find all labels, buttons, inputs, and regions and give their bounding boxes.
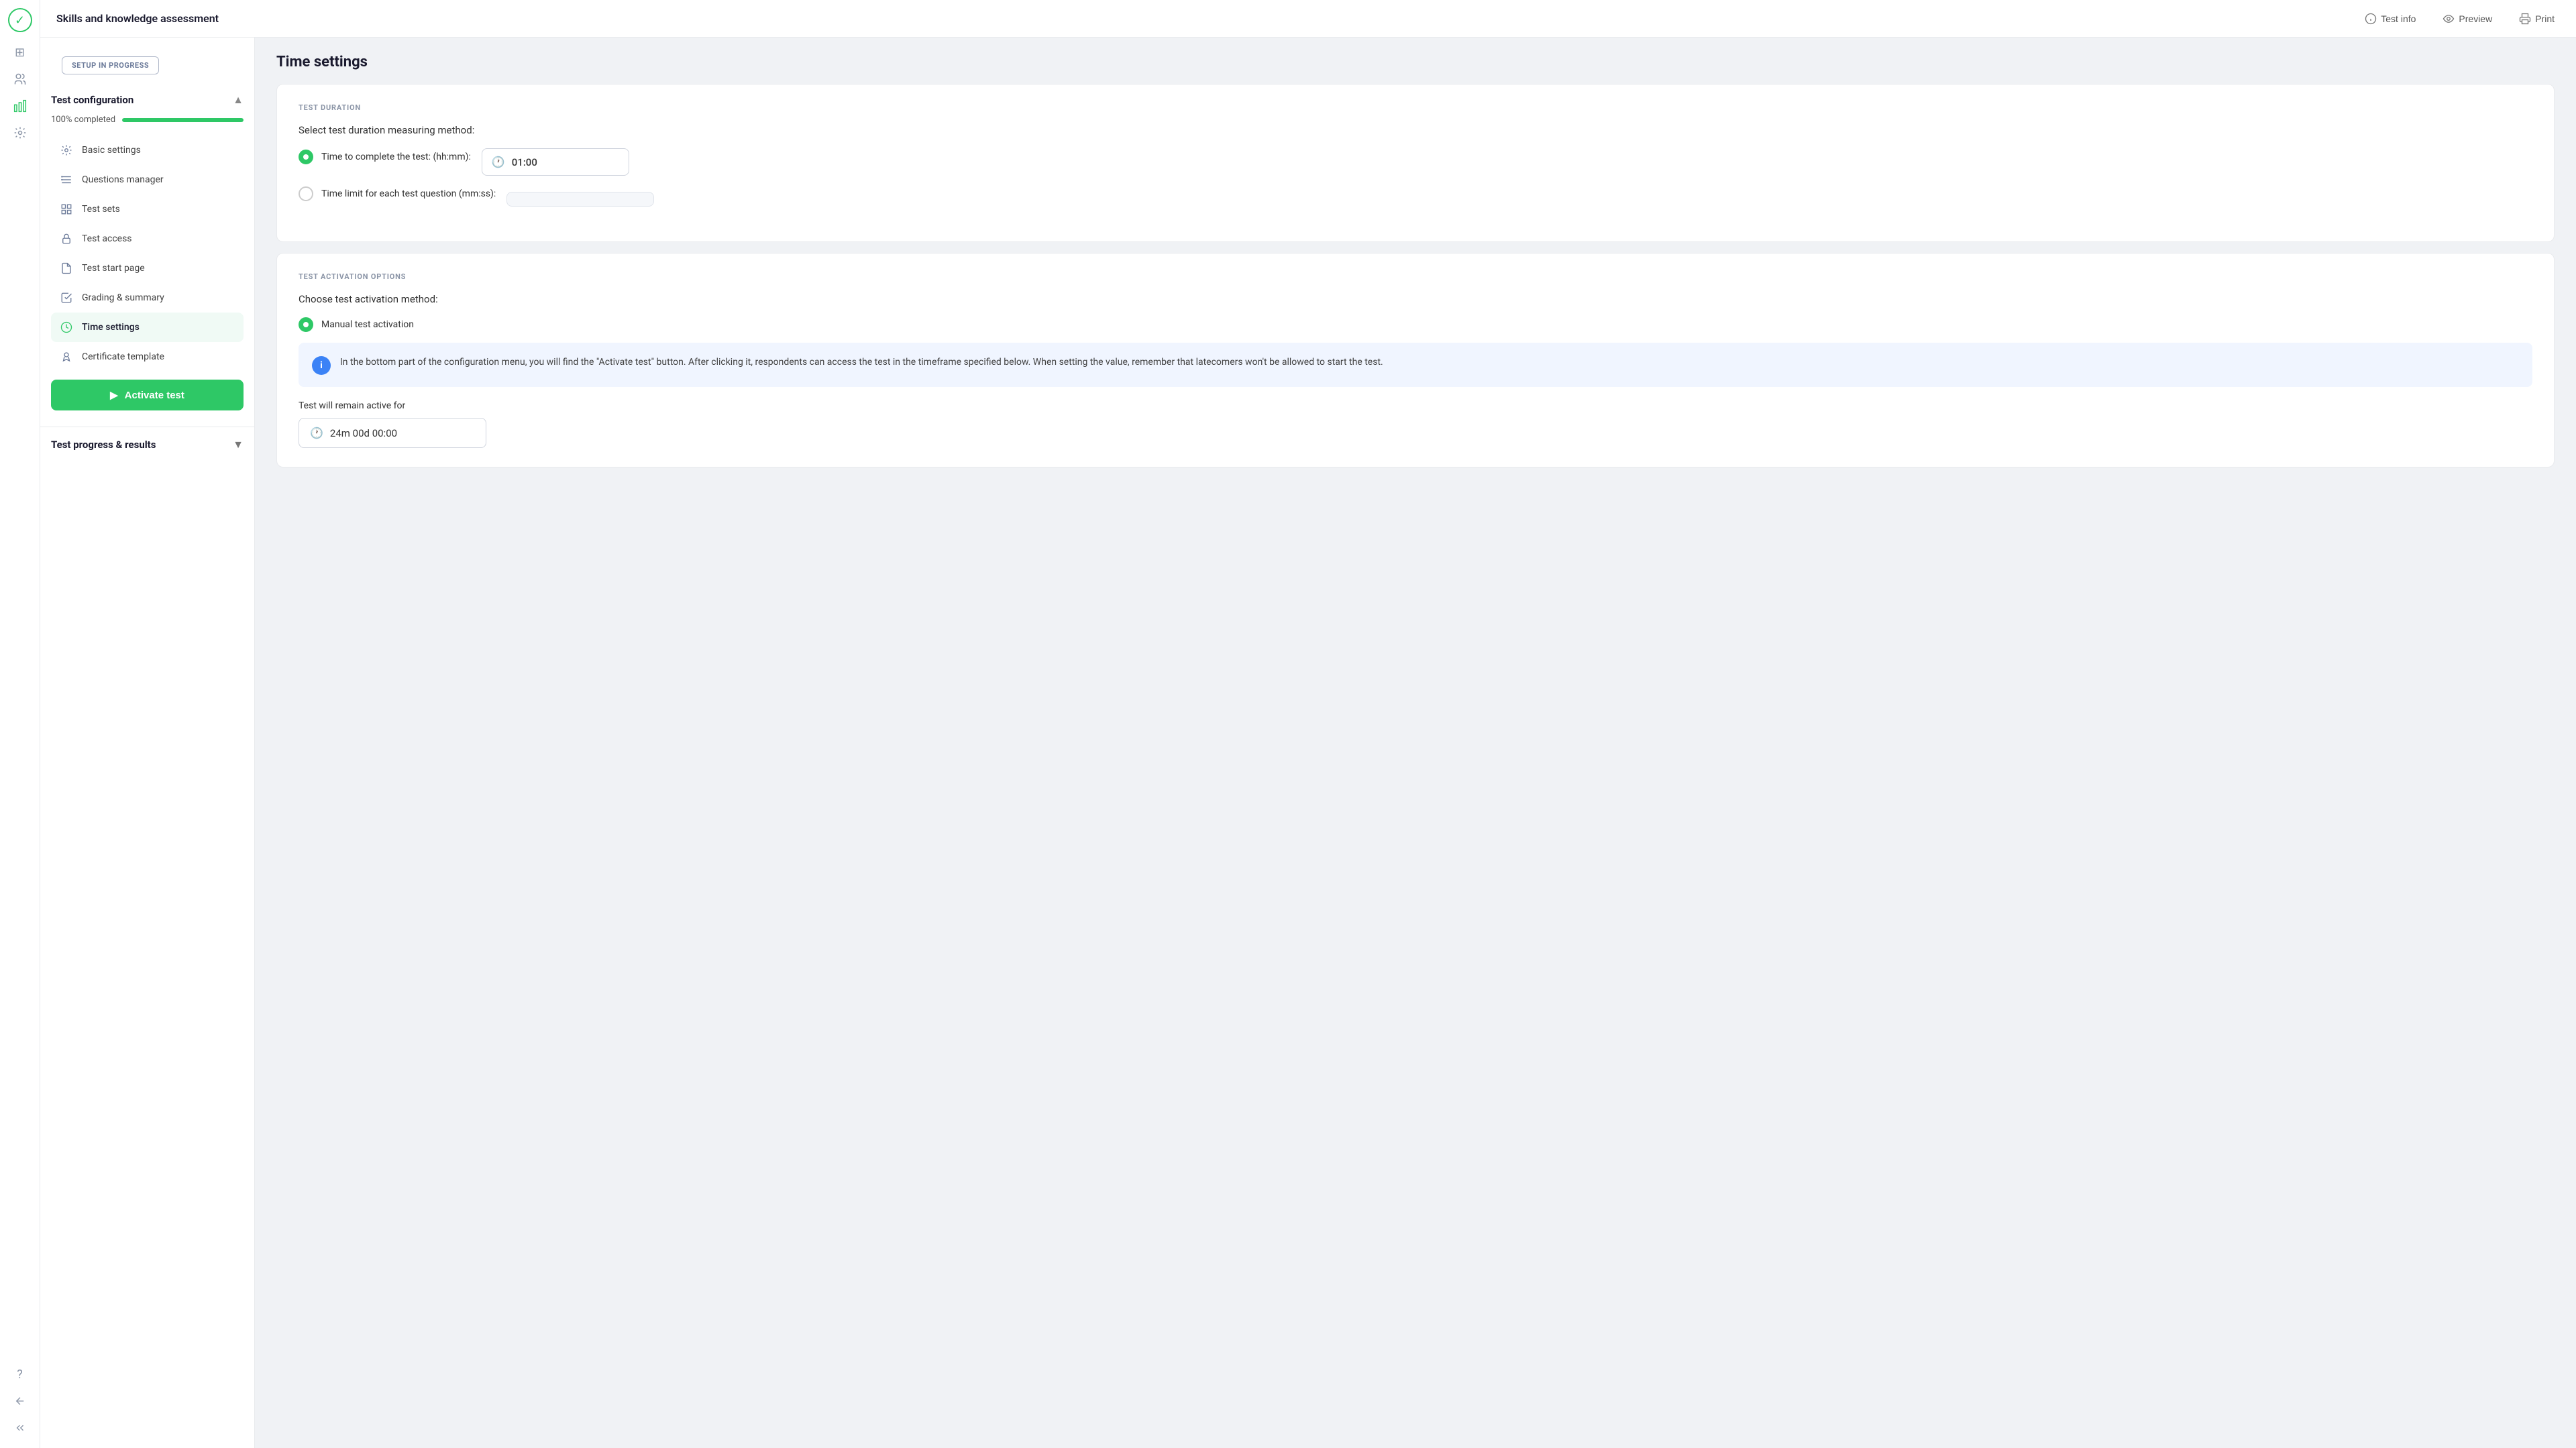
sidebar-item-test-start-page[interactable]: Test start page xyxy=(51,254,244,283)
info-circle-icon: i xyxy=(312,356,331,375)
activate-play-icon: ▶ xyxy=(110,389,118,401)
manual-activation-option: Manual test activation xyxy=(299,317,2532,332)
nav-icon-chart[interactable] xyxy=(8,94,32,118)
nav-icon-users[interactable] xyxy=(8,67,32,91)
icon-bar-bottom: ? xyxy=(8,1362,32,1440)
preview-button[interactable]: Preview xyxy=(2437,10,2498,27)
main-wrapper: Skills and knowledge assessment Test inf… xyxy=(40,0,2576,1448)
question-limit-option-row: Time limit for each test question (mm:ss… xyxy=(299,186,2532,212)
collapse-arrow-icon: ▲ xyxy=(233,93,244,107)
sidebar-item-certificate-template[interactable]: Certificate template xyxy=(51,342,244,372)
test-info-button[interactable]: Test info xyxy=(2359,10,2421,27)
duration-value: 24m 00d 00:00 xyxy=(330,427,397,439)
config-header[interactable]: Test configuration ▲ xyxy=(51,88,244,115)
complete-time-option-row: Time to complete the test: (hh:mm): 🕐 01… xyxy=(299,148,2532,176)
sidebar-item-questions-manager[interactable]: Questions manager xyxy=(51,165,244,194)
duration-input[interactable]: 🕐 24m 00d 00:00 xyxy=(299,418,486,448)
header-actions: Test info Preview xyxy=(2359,10,2560,27)
info-icon xyxy=(2365,13,2377,25)
complete-time-radio-row: Time to complete the test: (hh:mm): xyxy=(299,150,471,164)
questions-manager-label: Questions manager xyxy=(82,174,164,185)
test-sets-label: Test sets xyxy=(82,204,120,215)
test-duration-label: TEST DURATION xyxy=(299,103,2532,112)
test-progress-results-header[interactable]: Test progress & results ▼ xyxy=(40,427,254,462)
complete-time-input[interactable]: 🕐 01:00 xyxy=(482,148,629,176)
question-limit-radio-row: Time limit for each test question (mm:ss… xyxy=(299,186,496,201)
config-section: Test configuration ▲ 100% completed xyxy=(40,88,254,427)
test-start-page-icon xyxy=(59,261,74,276)
logo-icon: ✓ xyxy=(8,8,32,32)
activation-info-box: i In the bottom part of the configuratio… xyxy=(299,343,2532,387)
test-start-page-label: Test start page xyxy=(82,263,145,274)
progress-bar-fill xyxy=(122,118,244,122)
basic-settings-icon xyxy=(59,143,74,158)
sidebar-item-test-sets[interactable]: Test sets xyxy=(51,194,244,224)
manual-activation-label: Manual test activation xyxy=(321,319,414,330)
activation-info-text: In the bottom part of the configuration … xyxy=(340,355,1383,375)
complete-time-clock-icon: 🕐 xyxy=(492,156,505,168)
print-label: Print xyxy=(2535,13,2555,24)
main-content: Time settings TEST DURATION Select test … xyxy=(255,38,2576,1448)
test-sets-icon xyxy=(59,202,74,217)
nav-icon-question[interactable]: ? xyxy=(8,1362,32,1386)
nav-icon-grid[interactable]: ⊞ xyxy=(8,40,32,64)
print-icon xyxy=(2519,13,2531,25)
test-duration-card: TEST DURATION Select test duration measu… xyxy=(276,84,2555,242)
preview-icon xyxy=(2443,13,2455,25)
icon-bar-top: ✓ ⊞ xyxy=(8,8,32,1357)
question-limit-label: Time limit for each test question (mm:ss… xyxy=(321,188,496,199)
activate-test-button[interactable]: ▶ Activate test xyxy=(51,380,244,410)
certificate-template-label: Certificate template xyxy=(82,351,164,362)
sidebar-item-basic-settings[interactable]: Basic settings xyxy=(51,135,244,165)
complete-time-value: 01:00 xyxy=(512,156,537,168)
sidebar-item-time-settings[interactable]: Time settings xyxy=(51,313,244,342)
complete-time-radio[interactable] xyxy=(299,150,313,164)
duration-clock-icon: 🕐 xyxy=(310,427,323,439)
grading-summary-icon xyxy=(59,290,74,305)
test-access-icon xyxy=(59,231,74,246)
grading-summary-label: Grading & summary xyxy=(82,292,164,303)
basic-settings-label: Basic settings xyxy=(82,145,141,156)
progress-bar-bg xyxy=(122,118,244,122)
manual-activation-radio[interactable] xyxy=(299,317,313,332)
nav-icon-settings[interactable] xyxy=(8,121,32,145)
page-title: Time settings xyxy=(276,54,2555,70)
time-settings-icon xyxy=(59,320,74,335)
activate-test-label: Activate test xyxy=(125,390,184,401)
questions-manager-icon xyxy=(59,172,74,187)
test-activation-question: Choose test activation method: xyxy=(299,293,2532,305)
sidebar-item-test-access[interactable]: Test access xyxy=(51,224,244,254)
nav-icon-expand[interactable] xyxy=(8,1416,32,1440)
nav-icon-back[interactable] xyxy=(8,1389,32,1413)
results-chevron-icon: ▼ xyxy=(233,438,244,451)
active-for-section: Test will remain active for 🕐 24m 00d 00… xyxy=(299,400,2532,448)
test-activation-label: TEST ACTIVATION OPTIONS xyxy=(299,272,2532,281)
header-title: Skills and knowledge assessment xyxy=(56,12,219,25)
sidebar-item-grading-summary[interactable]: Grading & summary xyxy=(51,283,244,313)
test-info-label: Test info xyxy=(2381,13,2416,24)
config-title: Test configuration xyxy=(51,94,133,106)
time-settings-label: Time settings xyxy=(82,322,140,333)
test-progress-results-title: Test progress & results xyxy=(51,439,156,451)
test-access-label: Test access xyxy=(82,233,132,244)
icon-bar: ✓ ⊞ ? xyxy=(0,0,40,1448)
question-limit-input xyxy=(506,192,654,207)
preview-label: Preview xyxy=(2459,13,2492,24)
progress-section: 100% completed xyxy=(51,115,244,125)
print-button[interactable]: Print xyxy=(2514,10,2560,27)
top-header: Skills and knowledge assessment Test inf… xyxy=(40,0,2576,38)
certificate-template-icon xyxy=(59,349,74,364)
setup-badge: SETUP IN PROGRESS xyxy=(62,56,159,74)
active-for-label: Test will remain active for xyxy=(299,400,2532,411)
content-area: SETUP IN PROGRESS Test configuration ▲ 1… xyxy=(40,38,2576,1448)
question-limit-radio[interactable] xyxy=(299,186,313,201)
test-activation-card: TEST ACTIVATION OPTIONS Choose test acti… xyxy=(276,253,2555,467)
left-sidebar: SETUP IN PROGRESS Test configuration ▲ 1… xyxy=(40,38,255,1448)
test-duration-question: Select test duration measuring method: xyxy=(299,124,2532,136)
progress-label: 100% completed xyxy=(51,115,115,125)
complete-time-label: Time to complete the test: (hh:mm): xyxy=(321,152,471,162)
